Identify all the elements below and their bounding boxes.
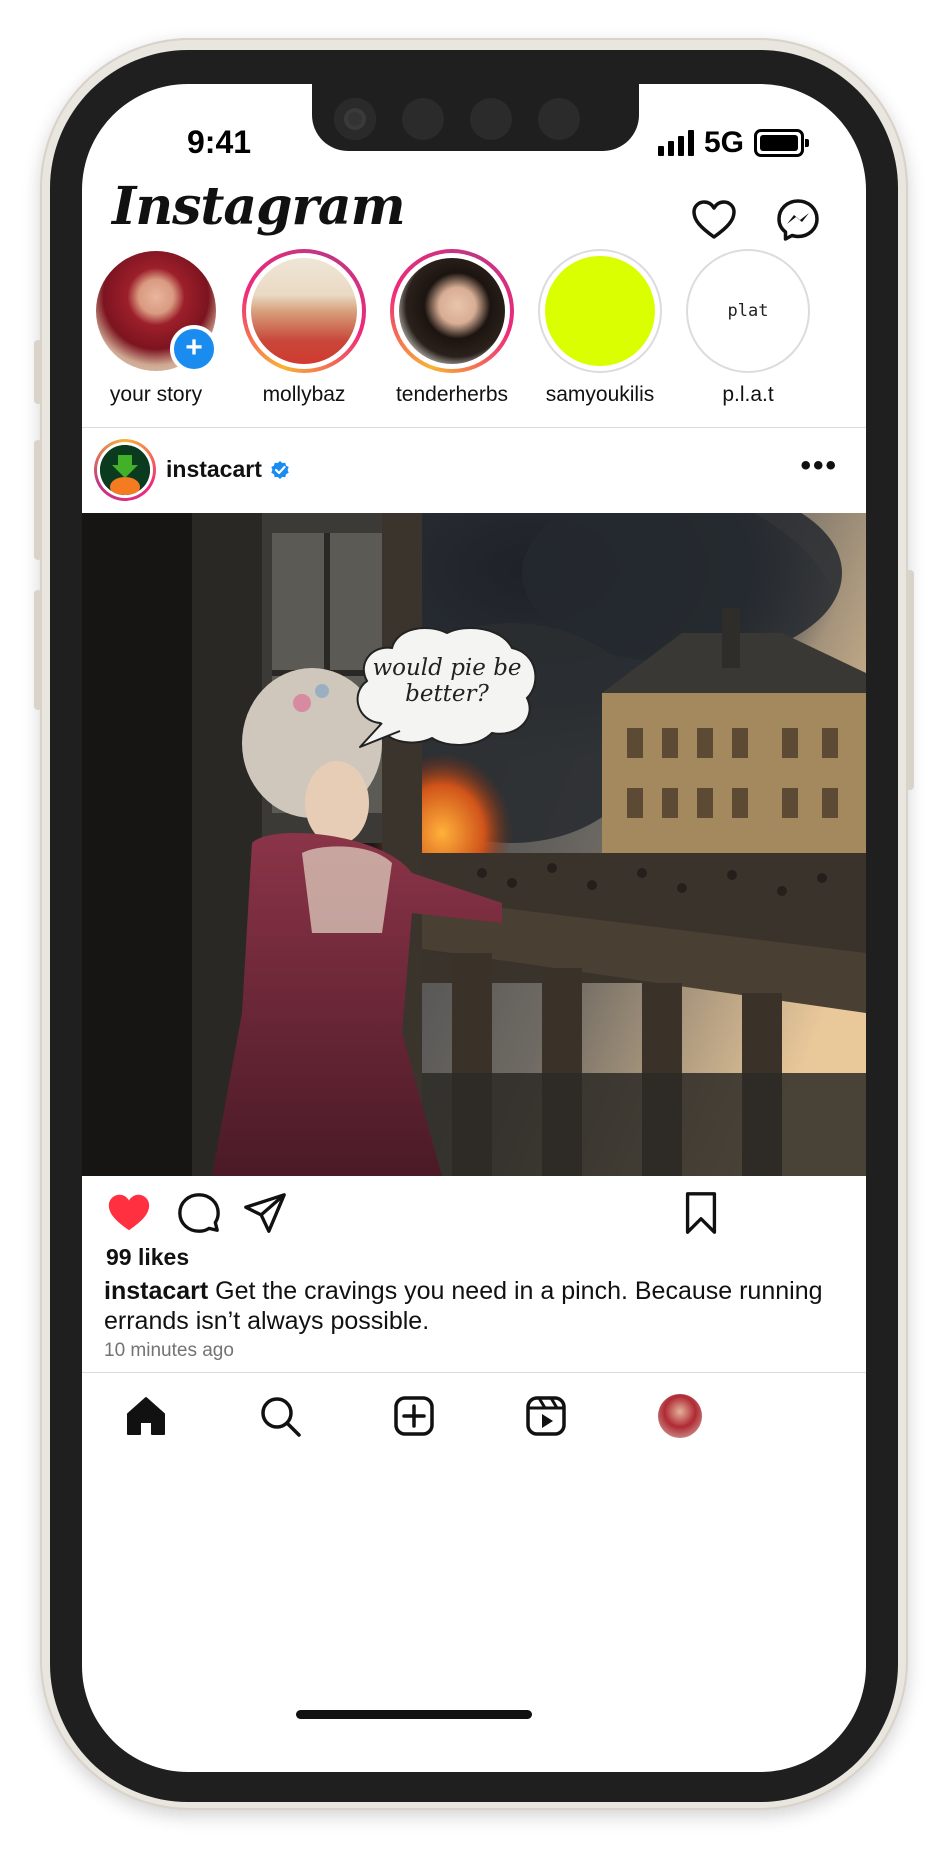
save-bookmark-icon[interactable] [678, 1190, 724, 1236]
profile-avatar[interactable] [658, 1394, 702, 1438]
volume-down-button [34, 590, 42, 710]
post-painting [82, 513, 866, 1176]
divider [82, 1372, 866, 1373]
story-avatar [390, 249, 514, 373]
volume-up-button [34, 440, 42, 560]
mute-switch [34, 340, 42, 404]
story-label: tenderherbs [395, 383, 509, 406]
post-avatar[interactable] [94, 439, 156, 501]
story-mollybaz[interactable]: mollybaz [234, 249, 374, 407]
notch [312, 84, 639, 151]
caption-username[interactable]: instacart [104, 1277, 208, 1305]
post-caption: instacart Get the cravings you need in a… [104, 1276, 824, 1336]
story-avatar: plat [686, 249, 810, 373]
story-label: samyoukilis [545, 383, 655, 406]
post-username[interactable]: instacart [166, 456, 262, 483]
heart-icon[interactable] [690, 196, 738, 244]
sensor [538, 98, 580, 140]
create-icon[interactable] [392, 1394, 436, 1438]
speech-bubble-text: would pie be better? [372, 655, 522, 707]
story-avatar [242, 249, 366, 373]
stories-tray: + your story mollybaz tenderherbs samyou [82, 249, 866, 424]
signal-icon [657, 130, 694, 156]
screen: 9:41 5G Instagram + your story mollybaz … [82, 84, 866, 1772]
story-your-story[interactable]: + your story [86, 249, 226, 407]
status-time: 9:41 [187, 124, 252, 160]
instacart-logo-icon [100, 445, 150, 495]
status-indicators: 5G [657, 126, 809, 160]
post-username-row[interactable]: instacart [166, 456, 290, 483]
sensor [470, 98, 512, 140]
home-indicator [296, 1710, 532, 1719]
story-plat[interactable]: plat p.l.a.t [678, 249, 818, 407]
bottom-tab-bar [82, 1374, 866, 1460]
divider [82, 427, 866, 428]
power-button [906, 570, 914, 790]
story-label: your story [109, 383, 203, 406]
reels-icon[interactable] [524, 1394, 568, 1438]
story-label: mollybaz [262, 383, 346, 406]
verified-badge-icon [271, 460, 289, 479]
battery-icon [754, 129, 809, 157]
story-label: p.l.a.t [722, 383, 774, 406]
story-avatar: + [94, 249, 218, 373]
post-image[interactable]: would pie be better? [82, 513, 866, 1176]
story-tenderherbs[interactable]: tenderherbs [382, 249, 522, 407]
network-label: 5G [703, 126, 744, 159]
story-avatar [538, 249, 662, 373]
search-icon[interactable] [258, 1394, 302, 1438]
likes-count[interactable]: 99 likes [106, 1244, 189, 1271]
share-icon[interactable] [242, 1190, 288, 1236]
caption-text: Get the cravings you need in a pinch. Be… [104, 1277, 823, 1335]
home-icon[interactable] [124, 1394, 168, 1438]
comment-icon[interactable] [176, 1190, 222, 1236]
story-samyoukilis[interactable]: samyoukilis [530, 249, 670, 407]
front-camera [334, 98, 376, 140]
like-icon[interactable] [106, 1190, 152, 1236]
post-timestamp: 10 minutes ago [104, 1340, 234, 1361]
instagram-logo[interactable]: Instagram [112, 176, 406, 237]
add-story-icon[interactable]: + [170, 325, 218, 373]
post-actions [82, 1176, 866, 1248]
more-options-button[interactable]: ••• [800, 451, 838, 481]
sensor [402, 98, 444, 140]
messenger-icon[interactable] [774, 196, 822, 244]
